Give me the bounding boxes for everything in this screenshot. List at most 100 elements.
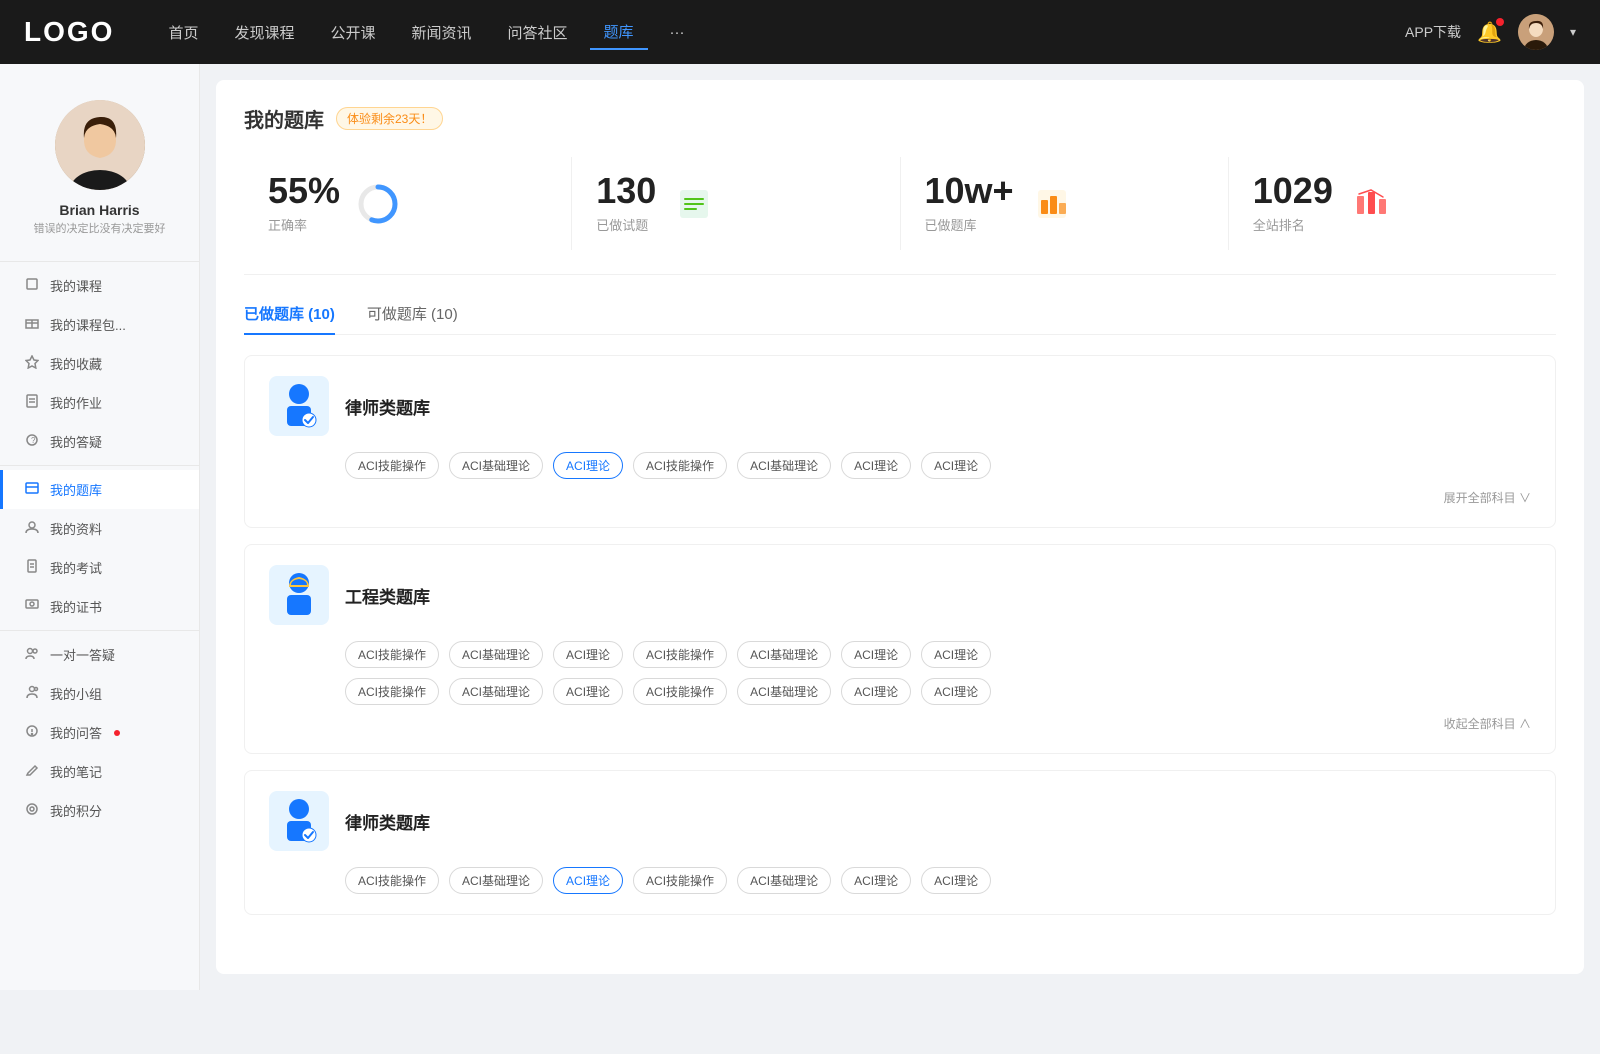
stat-questions-info: 130 已做试题 [596,173,656,234]
stat-accuracy-value: 55% [268,173,340,209]
stats-row: 55% 正确率 130 已做试题 [244,157,1556,275]
tag-2-r2-5[interactable]: ACI理论 [841,678,911,705]
sidebar-item-my-qa[interactable]: ? 我的答疑 [0,422,199,461]
nav-more[interactable]: ··· [656,18,699,47]
bank-icon [24,481,40,498]
collapse-btn-2[interactable]: 收起全部科目 ∧ [1444,717,1531,731]
stat-banks: 10w+ 已做题库 [901,157,1229,250]
nav-home[interactable]: 首页 [154,16,212,49]
stat-banks-label: 已做题库 [925,215,1014,234]
tag-3-3[interactable]: ACI技能操作 [633,867,727,894]
bank-icon-engineer-1 [269,565,329,625]
sidebar-item-homework[interactable]: 我的作业 [0,383,199,422]
tab-done-banks[interactable]: 已做题库 (10) [244,303,335,334]
profile-avatar[interactable] [55,100,145,190]
page-wrapper: Brian Harris 错误的决定比没有决定要好 我的课程 我的课程包... … [0,64,1600,990]
tab-available-banks[interactable]: 可做题库 (10) [367,303,458,334]
tag-1-3[interactable]: ACI技能操作 [633,452,727,479]
sidebar-label-bank: 我的题库 [50,480,102,499]
divider-2 [0,465,199,466]
nav-open-course[interactable]: 公开课 [316,16,389,49]
sidebar-label-exam: 我的考试 [50,558,102,577]
tag-3-5[interactable]: ACI理论 [841,867,911,894]
sidebar: Brian Harris 错误的决定比没有决定要好 我的课程 我的课程包... … [0,64,200,990]
bank-item-lawyer-2: 律师类题库 ACI技能操作 ACI基础理论 ACI理论 ACI技能操作 ACI基… [244,770,1556,915]
user-dropdown-arrow[interactable]: ▾ [1570,25,1576,39]
sidebar-item-course-packages[interactable]: 我的课程包... [0,305,199,344]
notification-dot [1496,18,1504,26]
page-header: 我的题库 体验剩余23天！ [244,104,1556,133]
bank-title-2: 工程类题库 [345,583,430,608]
sidebar-item-my-group[interactable]: 我的小组 [0,674,199,713]
tag-2-r1-5[interactable]: ACI理论 [841,641,911,668]
sidebar-item-my-notes[interactable]: 我的笔记 [0,752,199,791]
tag-3-4[interactable]: ACI基础理论 [737,867,831,894]
tag-2-r2-2[interactable]: ACI理论 [553,678,623,705]
sidebar-item-favorites[interactable]: 我的收藏 [0,344,199,383]
tag-2-r1-6[interactable]: ACI理论 [921,641,991,668]
tag-2-r1-2[interactable]: ACI理论 [553,641,623,668]
question-answer-icon [24,724,40,741]
expand-btn-1[interactable]: 展开全部科目 ∨ [1444,491,1531,505]
tag-1-6[interactable]: ACI理论 [921,452,991,479]
notification-bell[interactable]: 🔔 [1477,20,1502,45]
tag-3-0[interactable]: ACI技能操作 [345,867,439,894]
tag-1-1[interactable]: ACI基础理论 [449,452,543,479]
sidebar-label-certificate: 我的证书 [50,597,102,616]
nav-menu: 首页 发现课程 公开课 新闻资讯 问答社区 题库 ··· [154,15,1405,50]
nav-qa[interactable]: 问答社区 [494,16,582,49]
sidebar-profile: Brian Harris 错误的决定比没有决定要好 [0,84,199,257]
stat-rank-label: 全站排名 [1253,215,1333,234]
stat-accuracy: 55% 正确率 [244,157,572,250]
tag-1-2[interactable]: ACI理论 [553,452,623,479]
bank-item-header-2: 工程类题库 [269,565,1531,625]
avatar-inner [55,100,145,190]
tag-3-2[interactable]: ACI理论 [553,867,623,894]
sidebar-label-courses: 我的课程 [50,276,102,295]
bank-tags-2-row2: ACI技能操作 ACI基础理论 ACI理论 ACI技能操作 ACI基础理论 AC… [345,678,1531,705]
stat-banks-value: 10w+ [925,173,1014,209]
logo[interactable]: LOGO [24,16,114,48]
tag-2-r2-0[interactable]: ACI技能操作 [345,678,439,705]
app-download-button[interactable]: APP下载 [1405,22,1461,42]
sidebar-item-one-on-one[interactable]: 一对一答疑 [0,635,199,674]
bank-tags-3: ACI技能操作 ACI基础理论 ACI理论 ACI技能操作 ACI基础理论 AC… [345,867,1531,894]
stat-banks-icon [1030,182,1074,226]
user-avatar[interactable] [1518,14,1554,50]
sidebar-item-my-certificate[interactable]: 我的证书 [0,587,199,626]
tag-2-r1-1[interactable]: ACI基础理论 [449,641,543,668]
bank-title-1: 律师类题库 [345,394,430,419]
sidebar-item-my-bank[interactable]: 我的题库 [0,470,199,509]
tag-1-0[interactable]: ACI技能操作 [345,452,439,479]
tag-3-1[interactable]: ACI基础理论 [449,867,543,894]
sidebar-label-qa: 我的答疑 [50,432,102,451]
tag-2-r1-4[interactable]: ACI基础理论 [737,641,831,668]
tag-2-r2-4[interactable]: ACI基础理论 [737,678,831,705]
tag-2-r1-3[interactable]: ACI技能操作 [633,641,727,668]
tag-2-r2-6[interactable]: ACI理论 [921,678,991,705]
sidebar-item-my-profile[interactable]: 我的资料 [0,509,199,548]
one-on-one-icon [24,646,40,663]
tag-3-6[interactable]: ACI理论 [921,867,991,894]
sidebar-item-my-question-answer[interactable]: 我的问答 [0,713,199,752]
stat-banks-info: 10w+ 已做题库 [925,173,1014,234]
sidebar-item-my-exam[interactable]: 我的考试 [0,548,199,587]
sidebar-label-profile: 我的资料 [50,519,102,538]
sidebar-item-my-courses[interactable]: 我的课程 [0,266,199,305]
profile-icon [24,520,40,537]
avatar-image [1518,14,1554,50]
stat-rank: 1029 全站排名 [1229,157,1556,250]
nav-news[interactable]: 新闻资讯 [398,16,486,49]
tag-2-r1-0[interactable]: ACI技能操作 [345,641,439,668]
sidebar-label-favorites: 我的收藏 [50,354,102,373]
sidebar-label-group: 我的小组 [50,684,102,703]
tag-2-r2-3[interactable]: ACI技能操作 [633,678,727,705]
nav-bank[interactable]: 题库 [590,15,648,50]
sidebar-label-packages: 我的课程包... [50,315,126,334]
sidebar-item-my-points[interactable]: 我的积分 [0,791,199,830]
tag-1-5[interactable]: ACI理论 [841,452,911,479]
bank-tags-2-row1: ACI技能操作 ACI基础理论 ACI理论 ACI技能操作 ACI基础理论 AC… [345,641,1531,668]
tag-2-r2-1[interactable]: ACI基础理论 [449,678,543,705]
nav-discover[interactable]: 发现课程 [220,16,308,49]
tag-1-4[interactable]: ACI基础理论 [737,452,831,479]
